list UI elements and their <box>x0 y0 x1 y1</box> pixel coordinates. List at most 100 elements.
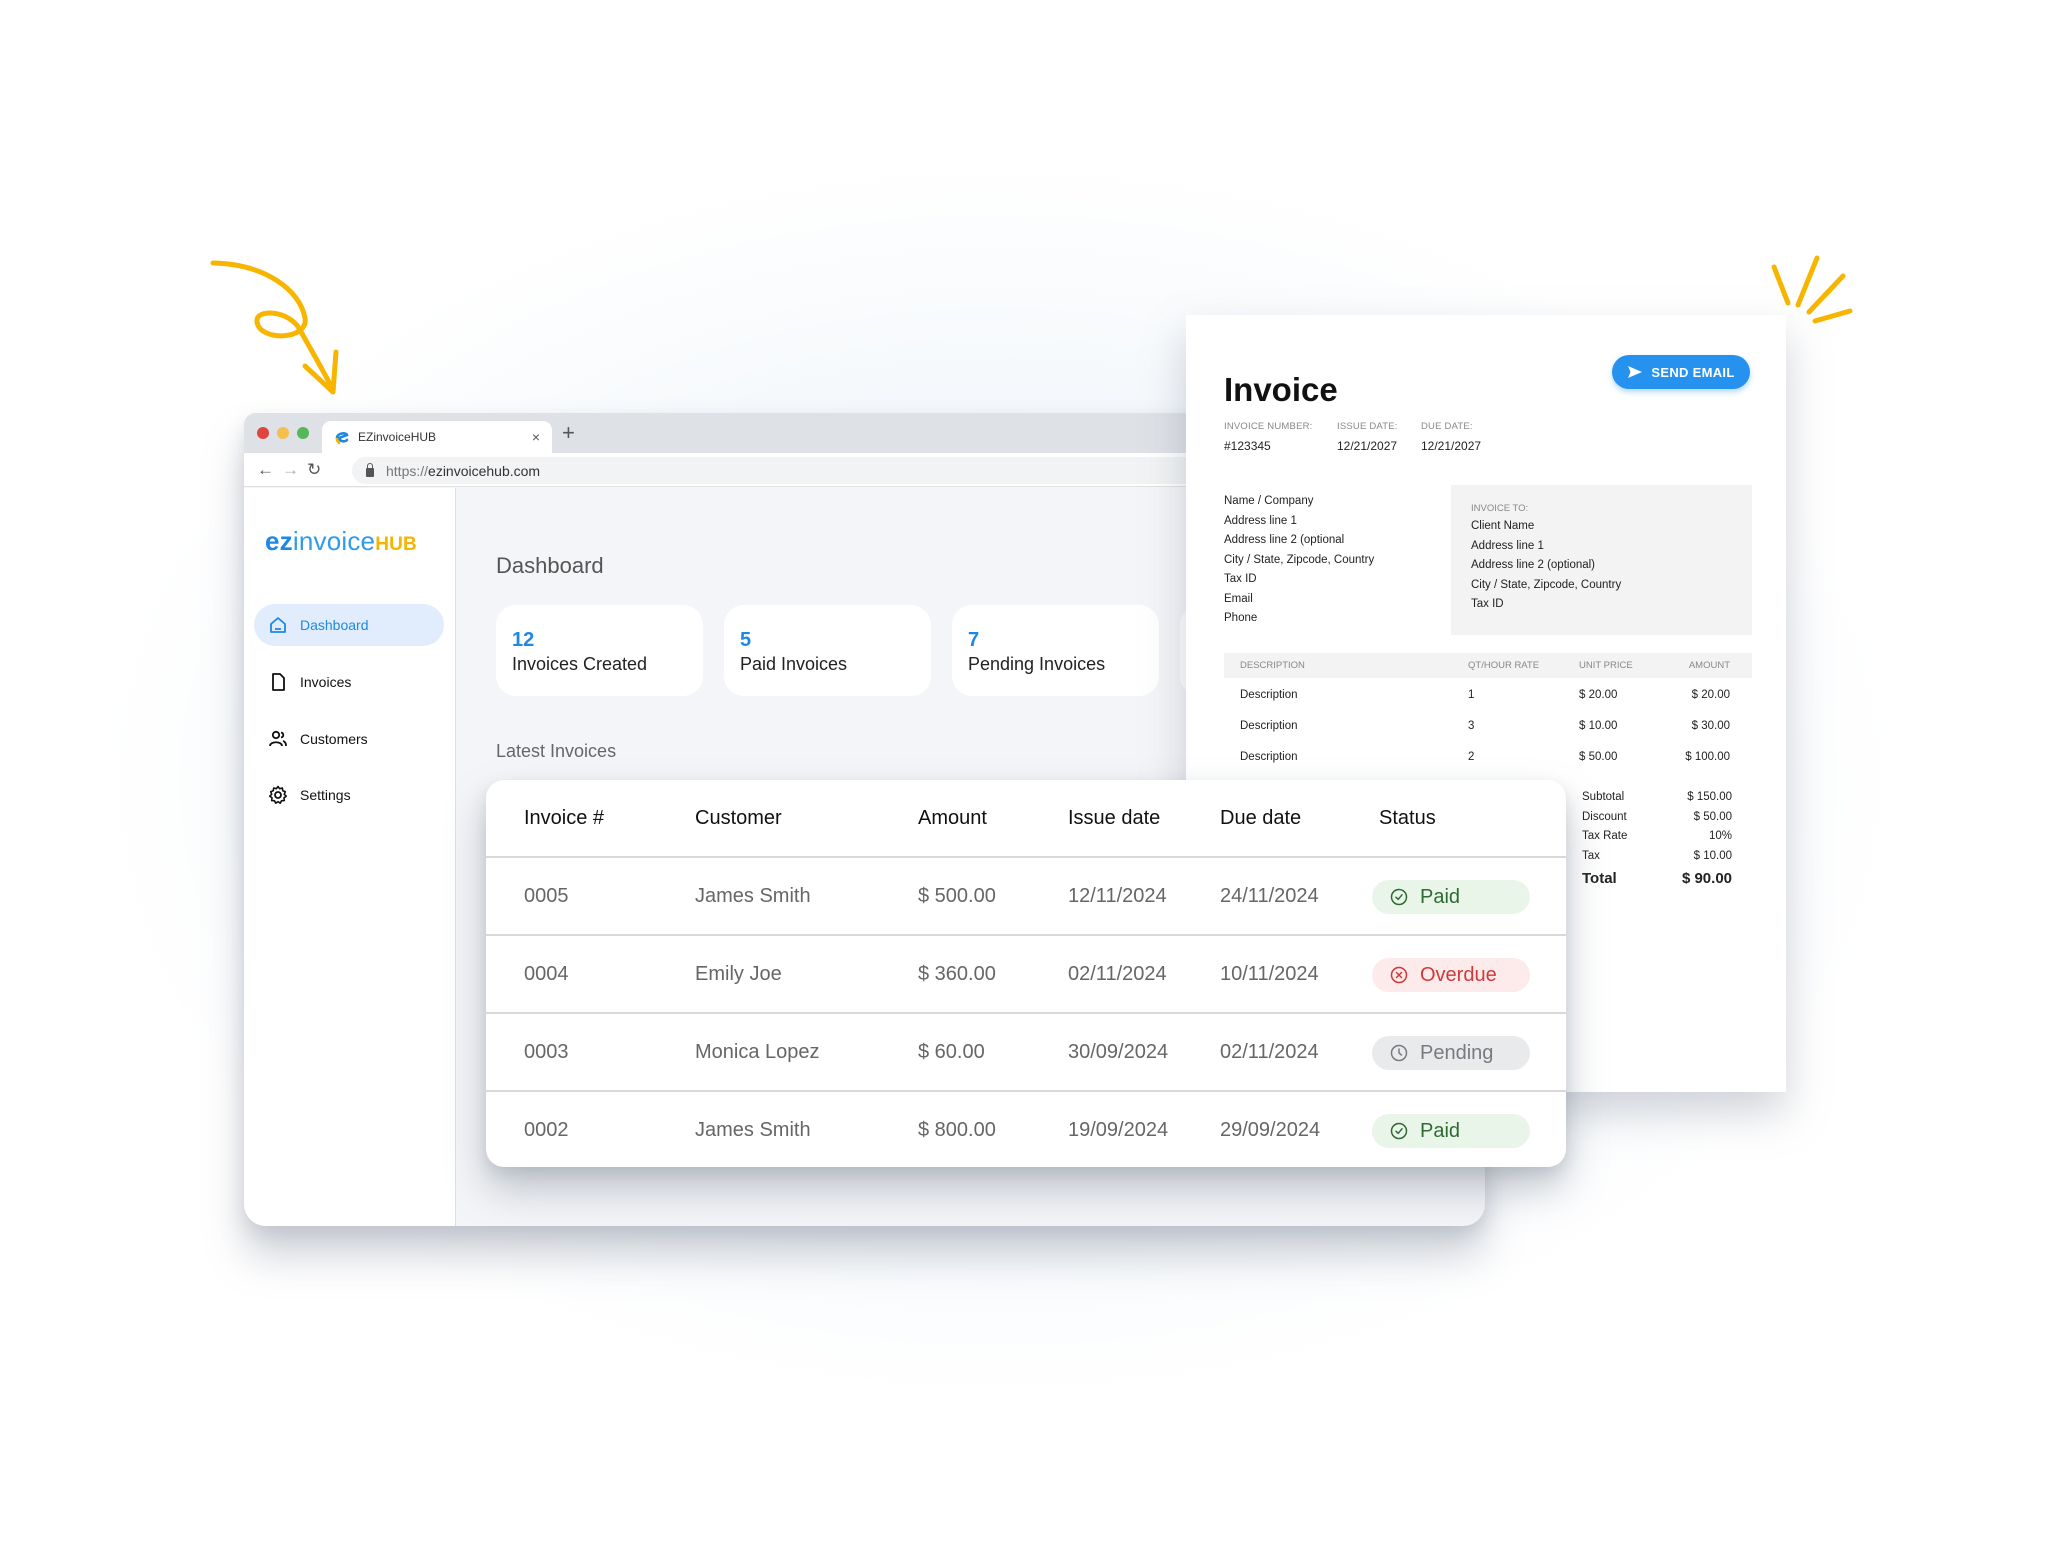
sidebar-item-dashboard[interactable]: Dashboard <box>254 604 444 646</box>
invoice-number: 0003 <box>524 1041 569 1063</box>
tab-title: EZinvoiceHUB <box>358 430 437 444</box>
item-row: Description 2 $ 50.00 $ 100.00 <box>1224 745 1752 770</box>
stat-card-pending-invoices[interactable]: 7 Pending Invoices <box>952 605 1159 696</box>
item-description: Description <box>1240 751 1298 763</box>
stat-label: Invoices Created <box>512 654 648 674</box>
logo-invoice: invoice <box>292 526 376 556</box>
latest-invoices-heading: Latest Invoices <box>496 741 617 761</box>
stat-value: 12 <box>512 629 535 651</box>
due-date: 29/09/2024 <box>1220 1119 1321 1141</box>
to-line: Address line 2 (optional) <box>1471 559 1596 571</box>
table-row[interactable]: 0002 James Smith $ 800.00 19/09/2024 29/09/2… <box>486 1092 1566 1167</box>
forward-arrow-icon[interactable]: → <box>282 459 299 481</box>
item-unit-price: $ 10.00 <box>1579 720 1618 732</box>
status-badge[interactable]: Paid <box>1372 880 1530 914</box>
table-header-row: Invoice # Customer Amount Issue date Due… <box>486 780 1566 858</box>
stat-label: Paid Invoices <box>740 654 848 674</box>
customer-name: James Smith <box>695 885 811 907</box>
issue-date: 19/09/2024 <box>1068 1119 1169 1141</box>
stat-card-invoices-created[interactable]: 12 Invoices Created <box>496 605 703 696</box>
meta-label: DUE DATE: <box>1421 421 1473 432</box>
total-value: $ 90.00 <box>1681 870 1732 887</box>
tax-row: Tax $ 10.00 <box>1582 850 1732 870</box>
invoice-title: Invoice <box>1224 371 1338 408</box>
back-arrow-icon[interactable]: ← <box>257 459 274 481</box>
reload-icon[interactable]: ↻ <box>307 459 321 481</box>
document-icon <box>272 673 285 691</box>
new-tab-button[interactable]: + <box>562 422 575 444</box>
sidebar-item-invoices[interactable]: Invoices <box>254 661 444 703</box>
gear-icon <box>269 785 287 804</box>
issue-date: 12/11/2024 <box>1068 885 1167 907</box>
decorative-arrow-icon <box>210 260 339 395</box>
item-qty: 2 <box>1468 751 1475 763</box>
table-row[interactable]: 0005 James Smith $ 500.00 12/11/2024 24/11/2… <box>486 858 1566 936</box>
column-header[interactable]: Invoice # <box>524 780 604 856</box>
sidebar-item-settings[interactable]: Settings <box>254 774 444 816</box>
item-qty: 3 <box>1468 720 1475 732</box>
from-line: Address line 2 (optional <box>1224 534 1345 546</box>
status-label: Paid <box>1420 885 1461 908</box>
stat-card-paid-invoices[interactable]: 5 Paid Invoices <box>724 605 931 696</box>
column-header[interactable]: Due date <box>1220 780 1301 856</box>
column-header[interactable]: Issue date <box>1068 780 1160 856</box>
from-line: Name / Company <box>1224 495 1314 507</box>
invoice-number: 0004 <box>524 963 569 985</box>
column-header: UNIT PRICE <box>1579 660 1633 671</box>
stat-value: 5 <box>740 629 752 651</box>
customer-name: James Smith <box>695 1119 811 1141</box>
page-title: Dashboard <box>496 553 604 578</box>
item-unit-price: $ 50.00 <box>1579 751 1618 763</box>
ezinvoicehub-logo[interactable]: ezinvoiceHUB <box>265 526 417 557</box>
subtotal-row: Subtotal $ 150.00 <box>1582 791 1732 811</box>
column-header: QT/HOUR RATE <box>1468 660 1540 671</box>
table-row[interactable]: 0004 Emily Joe $ 360.00 02/11/2024 10/11/202… <box>486 936 1566 1014</box>
invoice-from-address: Name / Company Address line 1 Address li… <box>1224 492 1374 629</box>
total-label: Tax Rate <box>1582 830 1628 842</box>
sidebar-item-label: Settings <box>300 787 351 803</box>
invoice-to-label: INVOICE TO: <box>1471 503 1529 514</box>
due-date: 10/11/2024 <box>1220 963 1319 985</box>
total-value: $ 50.00 <box>1693 810 1732 823</box>
issue-date-field: ISSUE DATE: 12/21/2027 <box>1337 421 1398 453</box>
column-header[interactable]: Status <box>1379 780 1436 856</box>
status-badge[interactable]: Overdue <box>1372 958 1530 992</box>
status-badge[interactable]: Pending <box>1372 1036 1530 1070</box>
status-badge[interactable]: Paid <box>1372 1114 1530 1148</box>
send-email-button[interactable]: SEND EMAIL <box>1612 355 1750 389</box>
close-tab-icon[interactable]: × <box>532 429 540 445</box>
items-table-header: DESCRIPTION QT/HOUR RATE UNIT PRICE AMOU… <box>1224 653 1752 678</box>
send-icon <box>1628 366 1643 378</box>
sidebar-item-customers[interactable]: Customers <box>254 718 444 760</box>
column-header[interactable]: Amount <box>918 780 987 856</box>
total-value: $ 10.00 <box>1693 849 1732 862</box>
total-value: $ 150.00 <box>1687 791 1732 803</box>
minimize-window-button[interactable] <box>277 427 289 439</box>
maximize-window-button[interactable] <box>297 427 309 439</box>
invoice-amount: $ 360.00 <box>918 963 996 985</box>
url-host: ezinvoicehub.com <box>428 462 541 479</box>
stat-label: Pending Invoices <box>968 654 1106 674</box>
meta-value: 12/21/2027 <box>1337 439 1398 453</box>
table-row[interactable]: 0003 Monica Lopez $ 60.00 30/09/2024 02/11/2… <box>486 1014 1566 1092</box>
to-line: Address line 1 <box>1471 539 1544 552</box>
status-label: Paid <box>1420 1119 1461 1142</box>
invoice-to-box: INVOICE TO: Client Name Address line 1 A… <box>1451 485 1752 635</box>
meta-value: #123345 <box>1224 439 1271 453</box>
due-date-field: DUE DATE: 12/21/2027 <box>1421 421 1481 453</box>
to-line: Tax ID <box>1471 598 1504 610</box>
item-description: Description <box>1240 689 1298 701</box>
check-circle-icon <box>1390 1122 1408 1140</box>
browser-tab[interactable]: EZinvoiceHUB × <box>322 421 552 453</box>
item-row: Description 3 $ 10.00 $ 30.00 <box>1224 714 1752 739</box>
item-amount: $ 30.00 <box>1691 720 1730 732</box>
column-header: AMOUNT <box>1688 660 1730 671</box>
total-value: 10% <box>1708 830 1732 842</box>
customer-name: Emily Joe <box>695 963 782 985</box>
item-unit-price: $ 20.00 <box>1579 689 1618 701</box>
issue-date: 02/11/2024 <box>1068 963 1167 985</box>
latest-invoices-table: Invoice # Customer Amount Issue date Due… <box>486 780 1566 1167</box>
to-line: City / State, Zipcode, Country <box>1471 578 1622 591</box>
close-window-button[interactable] <box>257 427 269 439</box>
column-header[interactable]: Customer <box>695 780 782 856</box>
